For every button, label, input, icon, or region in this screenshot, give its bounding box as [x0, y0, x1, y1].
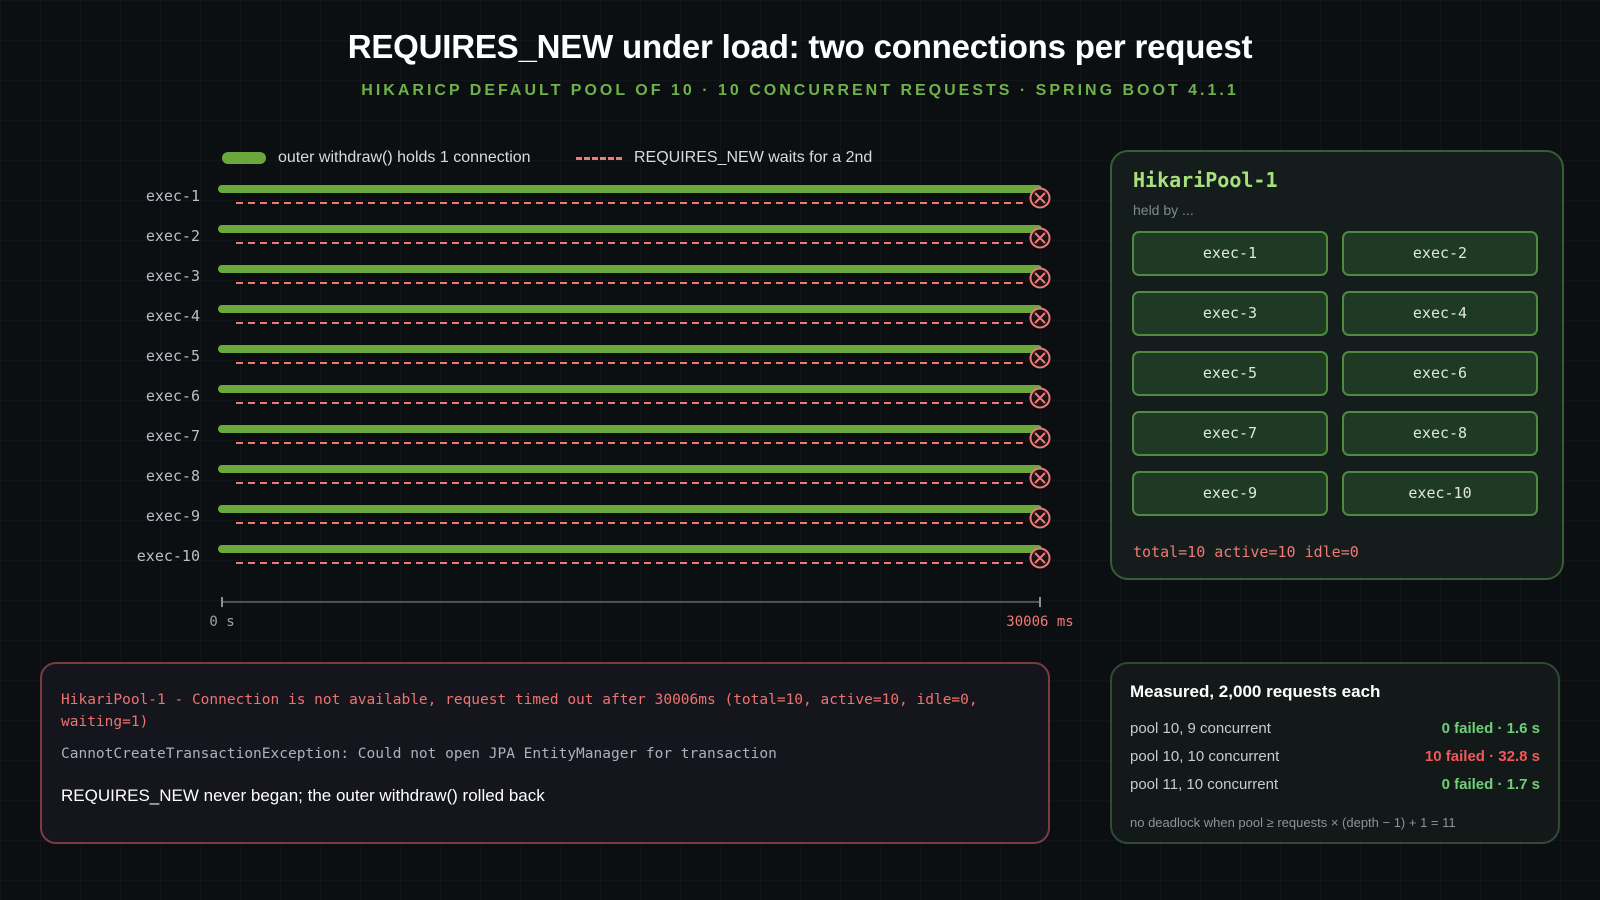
time-axis-end-label: 30006 ms: [1006, 614, 1073, 630]
measured-note: no deadlock when pool ≥ requests × (dept…: [1130, 815, 1456, 830]
pool-slot: exec-8: [1342, 411, 1538, 456]
pool-slot: exec-2: [1342, 231, 1538, 276]
measured-title: Measured, 2,000 requests each: [1130, 682, 1381, 701]
pool-name: HikariPool-1: [1133, 168, 1278, 192]
measured-row: pool 10, 9 concurrent 0 failed · 1.6 s: [1130, 720, 1540, 742]
timeline-row-label: exec-5: [146, 347, 200, 365]
timeline-row-label: exec-9: [146, 507, 200, 525]
timeline-row-label: exec-10: [137, 547, 200, 565]
pool-slot: exec-9: [1132, 471, 1328, 516]
error-timeout-message: HikariPool-1 - Connection is not availab…: [61, 692, 978, 730]
measured-panel: Measured, 2,000 requests each pool 10, 9…: [1110, 662, 1560, 844]
pool-slot: exec-3: [1132, 291, 1328, 336]
pool-stats: total=10 active=10 idle=0: [1133, 543, 1359, 561]
measured-row-label: pool 10, 10 concurrent: [1130, 748, 1280, 765]
error-exception-message: CannotCreateTransactionException: Could …: [61, 746, 777, 762]
pool-slot: exec-6: [1342, 351, 1538, 396]
pool-held-by-label: held by ...: [1133, 202, 1194, 218]
measured-row-value: 0 failed · 1.6 s: [1441, 720, 1540, 737]
pool-slot: exec-1: [1132, 231, 1328, 276]
pool-panel: HikariPool-1 held by ... exec-1 exec-2 exe…: [1110, 150, 1564, 580]
error-summary: REQUIRES_NEW never began; the outer with…: [61, 786, 545, 805]
timeline-row-label: exec-7: [146, 427, 200, 445]
time-axis-start-label: 0 s: [209, 614, 234, 630]
pool-slot: exec-7: [1132, 411, 1328, 456]
measured-row: pool 10, 10 concurrent 10 failed · 32.8 …: [1130, 748, 1540, 770]
timeline-row-label: exec-2: [146, 227, 200, 245]
measured-row-label: pool 11, 10 concurrent: [1130, 776, 1279, 793]
timeline-row-label: exec-3: [146, 267, 200, 285]
measured-row-value: 10 failed · 32.8 s: [1424, 748, 1540, 765]
timeline-chart: exec-1 exec-2 exec-3 exec-4 exec-5 exec-6 exec…: [137, 185, 1074, 630]
pool-slot: exec-4: [1342, 291, 1538, 336]
error-panel: HikariPool-1 - Connection is not availab…: [40, 662, 1050, 844]
pool-slot: exec-5: [1132, 351, 1328, 396]
measured-row-value: 0 failed · 1.7 s: [1441, 776, 1540, 793]
pool-slot: exec-10: [1342, 471, 1538, 516]
timeline-row-label: exec-1: [146, 187, 200, 205]
timeline-row-label: exec-8: [146, 467, 200, 485]
measured-row-label: pool 10, 9 concurrent: [1130, 720, 1271, 737]
measured-row: pool 11, 10 concurrent 0 failed · 1.7 s: [1130, 776, 1540, 798]
timeline-row-label: exec-4: [146, 307, 200, 325]
timeline-row-label: exec-6: [146, 387, 200, 405]
